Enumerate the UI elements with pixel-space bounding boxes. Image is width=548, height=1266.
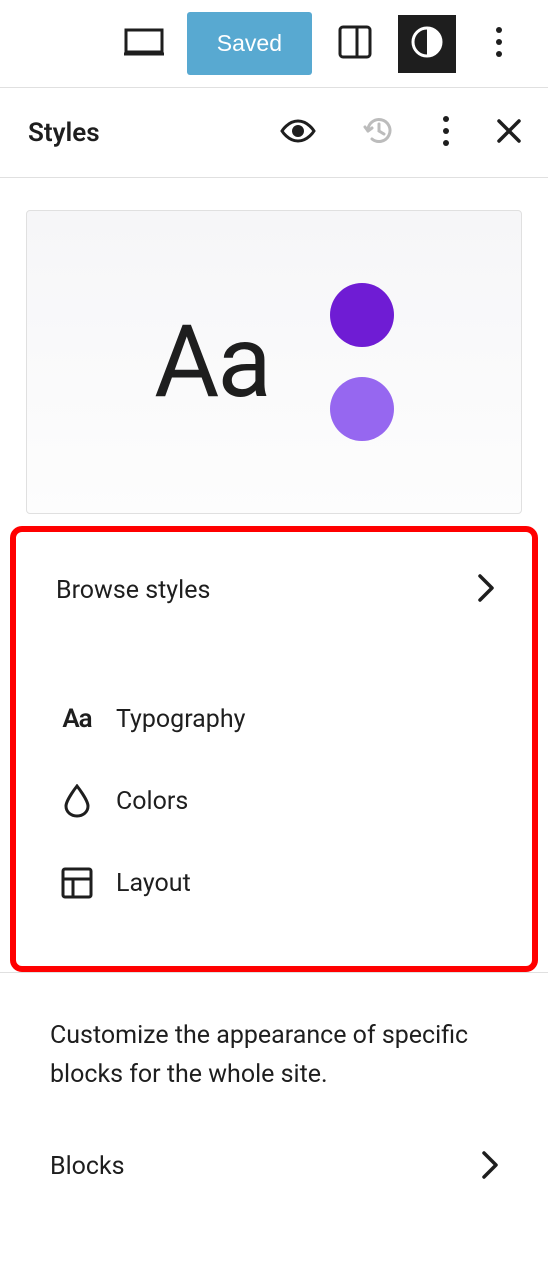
panel-header: Styles — [0, 88, 548, 178]
layout-icon — [60, 866, 94, 900]
close-icon — [496, 118, 522, 147]
panel-title: Styles — [28, 118, 100, 148]
panel-header-actions — [276, 110, 526, 155]
preview-sample-text: Aa — [154, 304, 270, 421]
top-toolbar: Saved — [0, 0, 548, 88]
revisions-button[interactable] — [358, 110, 400, 155]
typography-label: Typography — [116, 705, 245, 734]
kebab-icon — [495, 26, 503, 61]
history-icon — [362, 114, 396, 151]
kebab-icon — [442, 115, 450, 150]
primary-color-swatch — [330, 283, 394, 347]
typography-icon: Aa — [60, 702, 94, 736]
highlighted-section: Browse styles Aa Typography Colors Layou… — [10, 526, 538, 972]
blocks-section: Customize the appearance of specific blo… — [0, 972, 548, 1207]
view-desktop-button[interactable] — [115, 15, 173, 73]
secondary-color-swatch — [330, 377, 394, 441]
style-preview-card: Aa — [26, 210, 522, 514]
blocks-description: Customize the appearance of specific blo… — [50, 1017, 498, 1095]
layout-label: Layout — [116, 869, 191, 898]
blocks-label: Blocks — [50, 1152, 125, 1181]
eye-icon — [280, 119, 316, 146]
drop-icon — [60, 784, 94, 818]
desktop-icon — [124, 28, 164, 59]
close-panel-button[interactable] — [492, 114, 526, 151]
chevron-right-icon — [482, 1151, 498, 1183]
colors-option[interactable]: Colors — [36, 760, 512, 842]
styles-toggle-button[interactable] — [398, 15, 456, 73]
browse-styles-button[interactable]: Browse styles — [36, 558, 512, 622]
colors-label: Colors — [116, 787, 188, 816]
browse-styles-label: Browse styles — [56, 576, 210, 605]
more-options-button[interactable] — [470, 15, 528, 73]
typography-option[interactable]: Aa Typography — [36, 678, 512, 760]
panel-more-button[interactable] — [438, 111, 454, 154]
saved-button[interactable]: Saved — [187, 12, 312, 75]
sidebar-panel-icon — [337, 24, 373, 63]
layout-option[interactable]: Layout — [36, 842, 512, 924]
styles-options-list: Aa Typography Colors Layout — [36, 678, 512, 924]
style-book-button[interactable] — [276, 115, 320, 150]
blocks-button[interactable]: Blocks — [50, 1151, 498, 1183]
preview-color-swatches — [330, 283, 394, 441]
contrast-circle-icon — [409, 24, 445, 63]
chevron-right-icon — [478, 574, 494, 606]
list-view-button[interactable] — [326, 15, 384, 73]
